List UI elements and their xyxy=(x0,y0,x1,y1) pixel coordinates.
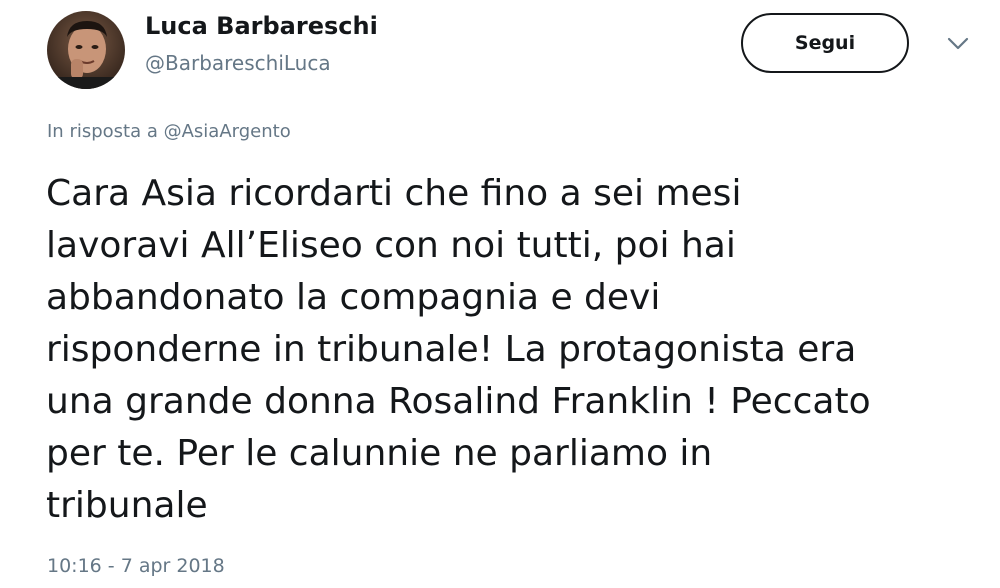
tweet-text-line: tribunale xyxy=(46,485,208,526)
tweet-text-line: Cara Asia ricordarti che fino a sei mesi xyxy=(46,173,742,214)
tweet-text-line: lavoravi All’Eliseo con noi tutti, poi h… xyxy=(46,225,736,266)
tweet-text-line: per te. Per le calunnie ne parliamo in xyxy=(46,433,713,474)
author-display-name[interactable]: Luca Barbareschi xyxy=(145,10,378,42)
reply-context: In risposta a @AsiaArgento xyxy=(47,119,291,145)
avatar-photo xyxy=(47,11,125,89)
tweet-text-line: abbandonato la compagnia e devi xyxy=(46,277,661,318)
tweet-text-line: risponderne in tribunale! La protagonist… xyxy=(46,329,857,370)
follow-button[interactable]: Segui xyxy=(741,13,909,73)
reply-context-prefix: In risposta a xyxy=(47,121,158,142)
tweet-text-line: una grande donna Rosalind Franklin ! Pec… xyxy=(46,381,871,422)
tweet-text: Cara Asia ricordarti che fino a sei mesi… xyxy=(46,168,986,532)
avatar[interactable] xyxy=(47,11,125,89)
chevron-down-icon[interactable] xyxy=(944,34,972,54)
tweet-timestamp[interactable]: 10:16 - 7 apr 2018 xyxy=(47,553,225,579)
author-handle[interactable]: @BarbareschiLuca xyxy=(145,49,331,77)
reply-mention-link[interactable]: @AsiaArgento xyxy=(164,121,291,142)
